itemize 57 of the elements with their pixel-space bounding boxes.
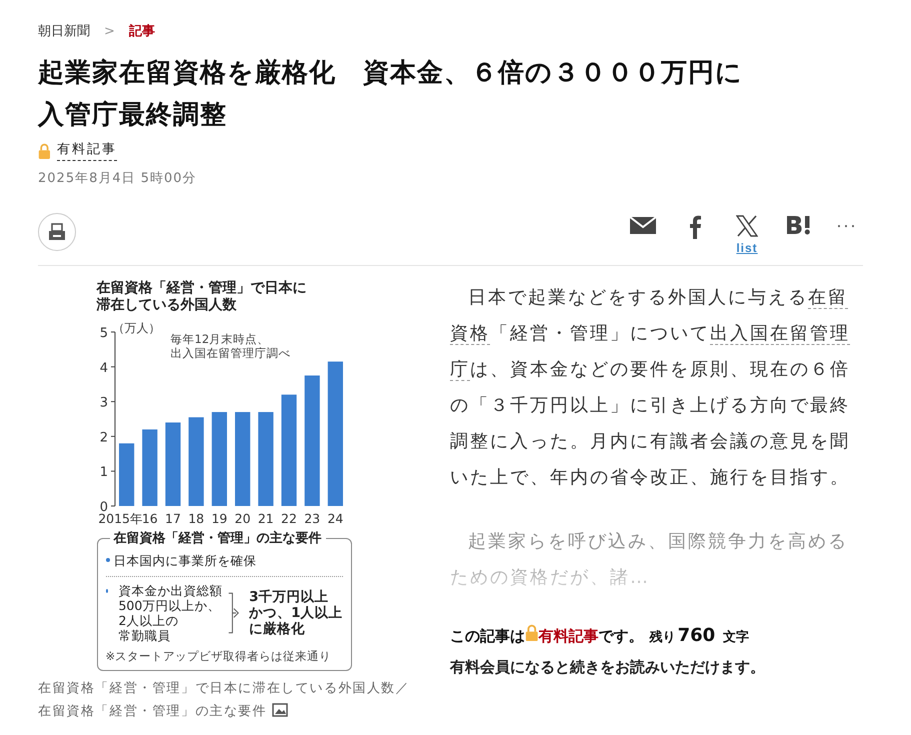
axis-label: 3	[99, 396, 108, 411]
bar	[118, 443, 134, 506]
more-button[interactable]: ···	[836, 215, 857, 236]
axis-label: 23	[304, 511, 320, 526]
breadcrumb-link[interactable]: 朝日新聞	[38, 22, 90, 40]
article-title: 起業家在留資格を厳格化 資本金、６倍の３０００万円に 入管庁最終調整	[38, 57, 744, 132]
lock-icon	[38, 142, 51, 158]
axis-label: 21	[257, 511, 274, 526]
lock-icon	[525, 624, 539, 641]
requirement-text: 資本金か出資総額 500万円以上か、 2人以上の 常勤職員	[118, 583, 222, 643]
mail-share-button[interactable]	[628, 215, 658, 235]
term-link[interactable]: 資格	[450, 323, 490, 345]
axis-label: 4	[99, 360, 108, 376]
axis-label: 20	[234, 511, 250, 526]
image-icon	[272, 703, 288, 717]
requirements-note: ※スタートアップビザ取得者らは従来通り	[106, 649, 332, 664]
term-link[interactable]: 在留	[808, 287, 848, 309]
term-link[interactable]: 庁	[450, 359, 470, 381]
axis-label: 22	[280, 511, 296, 526]
printer-icon	[48, 223, 66, 241]
x-share-button[interactable]: list	[732, 215, 762, 255]
figure-caption: 在留資格「経営・管理」で日本に滞在している外国人数／在留資格「経営・管理」の主な要件	[38, 680, 410, 721]
remaining-unit: 文字	[723, 628, 750, 646]
mail-icon	[630, 215, 656, 235]
remaining-count: 760	[678, 625, 716, 646]
infographic-title: 在留資格「経営・管理」で日本に 滞在している外国人数	[96, 280, 308, 314]
bullet-icon	[106, 558, 110, 562]
paywall-note: 有料会員になると続きをお読みいただけます。	[450, 658, 766, 677]
chart-note: 毎年12月末時点、 出入国在留管理庁調べ	[170, 332, 290, 360]
x-icon	[736, 215, 758, 237]
axis-label: 16	[141, 511, 158, 526]
list-link[interactable]: list	[736, 241, 758, 255]
requirements-title: 在留資格「経営・管理」の主な要件	[110, 529, 326, 547]
paywall-text: この記事は	[450, 627, 525, 646]
axis-label: 17	[164, 511, 180, 526]
breadcrumb-separator: >	[104, 24, 115, 38]
requirement-text: 日本国内に事業所を確保	[114, 553, 256, 568]
unit-label: （万人）	[112, 320, 160, 337]
remaining-label: 残り	[650, 629, 676, 646]
term-link[interactable]: 出入国在留管理	[710, 323, 850, 345]
axis-label: 18	[188, 511, 204, 526]
paid-article-tag[interactable]: 有料記事	[56, 140, 117, 161]
facebook-icon	[688, 215, 702, 239]
axis-label: 2	[99, 430, 108, 446]
paywall-text: です。	[598, 627, 644, 646]
article-paragraph: 日本で起業などをする外国人に与える 在留 資格「経営・管理」について 出入国在留管理 庁は、資本金などの要件を原則、現在の６倍の「３千万円以上」に引き上げる方向で最終調整に入った。月内に有識者会議の意見を聞いた上で、年内の省令改正、施行を目指す。	[450, 286, 851, 490]
axis-label: 1	[99, 465, 108, 480]
breadcrumb-link[interactable]: 記事	[128, 22, 155, 40]
new-requirement-text: 3千万円以上 かつ、1人以上 に厳格化	[249, 589, 342, 637]
paid-article-link[interactable]: 有料記事	[538, 627, 599, 646]
axis-label: 5	[99, 326, 108, 341]
axis-label: 19	[210, 511, 227, 526]
axis-label: 24	[326, 511, 343, 526]
publish-date: 2025年8月4日 5時00分	[38, 170, 198, 187]
print-button[interactable]	[38, 213, 76, 251]
hatena-bookmark-icon	[786, 215, 812, 237]
bullet-icon	[106, 589, 108, 593]
